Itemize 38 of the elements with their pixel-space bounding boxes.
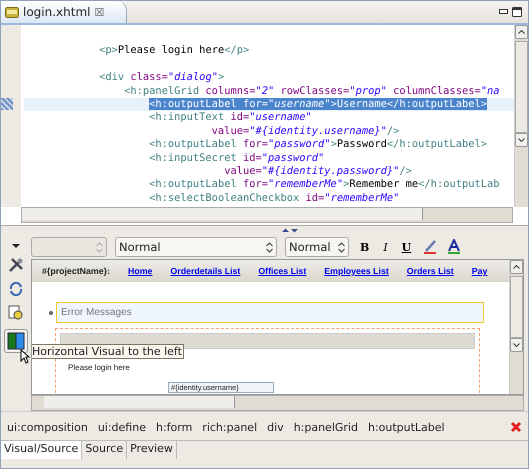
breadcrumb-item[interactable]: h:outputLabel bbox=[368, 420, 445, 434]
breadcrumb-item[interactable]: h:panelGrid bbox=[294, 420, 358, 434]
code-line: <h:panelGrid columns="2" rowClasses="prop" columnClasses="na bbox=[124, 84, 500, 97]
nav-link[interactable]: Orders List bbox=[406, 266, 454, 276]
breadcrumb-item[interactable]: div bbox=[267, 420, 284, 434]
nav-link[interactable]: Employees List bbox=[324, 266, 389, 276]
breadcrumb-item[interactable]: rich:panel bbox=[202, 420, 258, 434]
code-line: <div class="dialog"> bbox=[99, 71, 224, 84]
nav-link[interactable]: Home bbox=[128, 266, 152, 276]
code-line: value="#{identity.password}"/> bbox=[224, 164, 412, 177]
editor-tab[interactable]: login.xhtml ☒ bbox=[1, 1, 128, 23]
editor-mode-tab[interactable]: Visual/Source bbox=[1, 441, 82, 459]
code-line: <h:inputSecret id="password" bbox=[149, 152, 324, 164]
code-line: value="#{identity.username}"/> bbox=[212, 124, 400, 137]
code-line: <h:outputLabel for="password">Password</h:outputLabel> bbox=[149, 138, 487, 150]
close-icon[interactable]: ☒ bbox=[94, 6, 104, 18]
code-line: <p>Please login here</p> bbox=[99, 44, 250, 56]
project-name: #{projectName}: bbox=[42, 266, 110, 276]
breadcrumb-item[interactable]: ui:composition bbox=[7, 420, 88, 434]
editor-mode-tab[interactable]: Preview bbox=[127, 441, 177, 459]
code-line: <h:selectBooleanCheckbox id="rememberMe" bbox=[149, 192, 400, 204]
breadcrumb-item[interactable]: h:form bbox=[156, 420, 192, 434]
nav-link[interactable]: Orderdetails List bbox=[170, 266, 240, 276]
italic-button[interactable]: I bbox=[380, 240, 391, 254]
error-messages: Error Messages bbox=[56, 302, 484, 323]
editor-mode-tab[interactable]: Source bbox=[82, 441, 128, 459]
breadcrumb-item[interactable]: ui:define bbox=[98, 420, 146, 434]
style-select[interactable]: Normal bbox=[115, 237, 277, 257]
nav-link[interactable]: Offices List bbox=[258, 266, 306, 276]
bold-button[interactable]: B bbox=[357, 240, 372, 254]
code-line: <h:outputLabel for="rememberMe">Remember me</h:outputLab bbox=[149, 178, 500, 190]
nav-link[interactable]: Pay bbox=[472, 266, 488, 276]
code-line: <h:inputText id="username" bbox=[149, 111, 312, 124]
size-select[interactable]: Normal bbox=[285, 237, 349, 257]
tooltip: Horizontal Visual to the left bbox=[32, 344, 184, 359]
underline-button[interactable]: U bbox=[398, 240, 414, 254]
tab-title: login.xhtml bbox=[23, 5, 90, 19]
page-text: Please login here bbox=[68, 363, 130, 372]
